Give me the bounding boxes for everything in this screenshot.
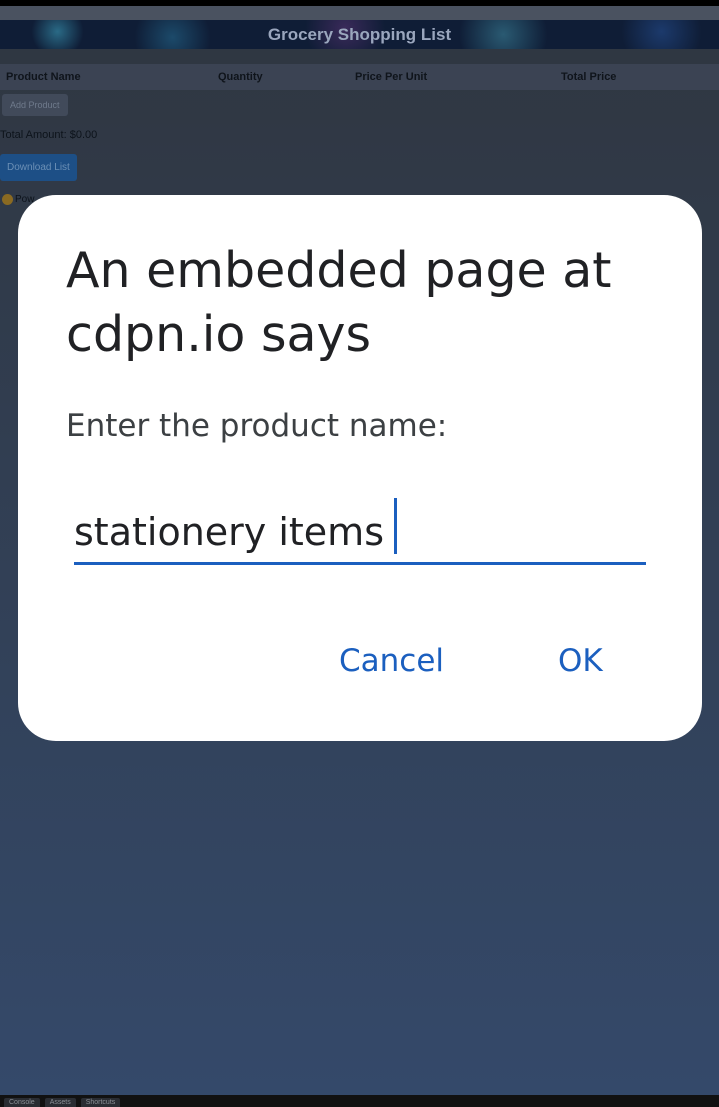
table-header: Product Name Quantity Price Per Unit Tot… — [0, 64, 719, 90]
title-banner: Grocery Shopping List — [0, 20, 719, 49]
tab-assets[interactable]: Assets — [44, 1098, 76, 1107]
cancel-button[interactable]: Cancel — [339, 643, 444, 679]
bottom-bar: Console Assets Shortcuts — [0, 1095, 719, 1107]
download-list-button[interactable]: Download List — [0, 154, 77, 181]
logo-icon — [2, 194, 13, 205]
add-product-button[interactable]: Add Product — [2, 94, 68, 116]
page-title: Grocery Shopping List — [267, 24, 452, 44]
text-caret — [394, 498, 397, 554]
tab-shortcuts[interactable]: Shortcuts — [80, 1098, 121, 1107]
header-product-name: Product Name — [6, 71, 81, 83]
dialog-message: Enter the product name: — [66, 408, 448, 444]
tab-console[interactable]: Console — [4, 1098, 40, 1107]
header-price-per-unit: Price Per Unit — [355, 71, 428, 83]
header-total-price: Total Price — [561, 71, 617, 83]
product-name-input[interactable]: stationery items — [74, 495, 646, 565]
prompt-dialog: An embedded page at cdpn.io says Enter t… — [18, 195, 702, 741]
dialog-title: An embedded page at cdpn.io says — [66, 242, 612, 363]
total-amount: Total Amount: $0.00 — [0, 129, 98, 141]
top-bar — [0, 6, 719, 20]
input-value: stationery items — [74, 510, 384, 554]
ok-button[interactable]: OK — [558, 643, 603, 679]
powered-by: Pow — [2, 194, 34, 205]
header-quantity: Quantity — [218, 71, 263, 83]
